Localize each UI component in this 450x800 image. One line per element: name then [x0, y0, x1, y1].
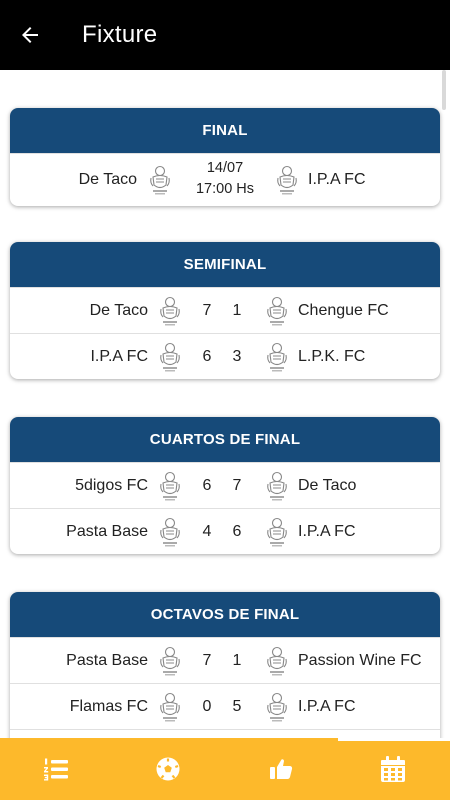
match-row[interactable]: 5digos FC 6 7 De Taco: [10, 462, 440, 508]
match-datetime: 14/07 17:00 Hs: [180, 158, 270, 200]
match-row[interactable]: Flamas FC 0 5 I.P.A FC: [10, 683, 440, 729]
team-crest-icon: [266, 646, 288, 676]
semifinal-header: SEMIFINAL: [10, 242, 440, 287]
home-team: 5digos FC: [75, 476, 148, 494]
away-team-label: Passion Wine FC: [298, 651, 422, 669]
home-score: 6: [202, 347, 212, 365]
home-team: Pasta Base: [66, 522, 148, 540]
team-crest-icon: [159, 692, 181, 722]
away-score: 6: [232, 522, 242, 540]
away-team: I.P.A FC: [308, 154, 438, 206]
home-team: Pasta Base: [66, 651, 148, 669]
team-crest-icon: [276, 165, 298, 195]
home-team: De Taco: [89, 301, 148, 319]
match-time: 17:00 Hs: [195, 181, 255, 197]
team-crest-icon: [159, 342, 181, 372]
thumbs-up-icon: [270, 759, 293, 779]
final-card: FINAL De Taco 14/07 17:00 Hs I.P.A FC: [10, 108, 440, 206]
away-team-label: I.P.A FC: [298, 697, 356, 715]
match-date: 14/07: [206, 160, 244, 176]
home-team: I.P.A FC: [90, 347, 148, 365]
home-score: 4: [202, 522, 212, 540]
away-score: 3: [232, 347, 242, 365]
away-team: I.P.A FC: [298, 509, 428, 554]
away-team-label: De Taco: [298, 476, 357, 494]
match-row[interactable]: Pasta Base 7 1 Passion Wine FC: [10, 637, 440, 683]
team-crest-icon: [266, 692, 288, 722]
match-row[interactable]: De Taco 14/07 17:00 Hs I.P.A FC: [10, 153, 440, 206]
scrollbar[interactable]: [442, 70, 446, 110]
away-team-label: L.P.K. FC: [298, 347, 366, 365]
away-score: 5: [232, 697, 242, 715]
tab-matches[interactable]: [151, 752, 185, 786]
away-score: 1: [232, 301, 242, 319]
home-team: De Taco: [78, 171, 137, 188]
team-crest-icon: [266, 471, 288, 501]
home-score: 7: [202, 301, 212, 319]
arrow-left-icon: [22, 27, 38, 43]
octavos-header: OCTAVOS DE FINAL: [10, 592, 440, 637]
fixture-list[interactable]: FINAL De Taco 14/07 17:00 Hs I.P.A FC SE…: [0, 70, 450, 738]
calendar-icon: [381, 756, 405, 782]
match-row[interactable]: [10, 729, 440, 738]
away-team: I.P.A FC: [298, 684, 428, 729]
match-row[interactable]: I.P.A FC 6 3 L.P.K. FC: [10, 333, 440, 379]
home-score: 6: [202, 476, 212, 494]
team-crest-icon: [159, 517, 181, 547]
tab-favorites[interactable]: [264, 752, 298, 786]
home-team: Flamas FC: [69, 697, 148, 715]
soccer-ball-icon: [156, 757, 180, 781]
app-bar: Fixture: [0, 0, 450, 70]
team-crest-icon: [149, 165, 171, 195]
team-crest-icon: [266, 296, 288, 326]
away-team-label: Chengue FC: [298, 301, 389, 319]
bottom-nav: [0, 738, 450, 800]
back-button[interactable]: [0, 0, 60, 70]
team-crest-icon: [159, 296, 181, 326]
match-row[interactable]: De Taco 7 1 Chengue FC: [10, 287, 440, 333]
team-crest-icon: [159, 646, 181, 676]
active-tab-indicator: [338, 738, 450, 741]
away-score: 1: [232, 651, 242, 669]
tab-standings[interactable]: [39, 752, 73, 786]
team-crest-icon: [266, 517, 288, 547]
away-team: Passion Wine FC: [298, 638, 428, 683]
away-team: Chengue FC: [298, 288, 428, 333]
home-score: 7: [202, 651, 212, 669]
semifinal-card: SEMIFINAL De Taco 7 1 Chengue FC I.P.A F…: [10, 242, 440, 379]
standings-list-icon: [44, 758, 68, 781]
cuartos-header: CUARTOS DE FINAL: [10, 417, 440, 462]
home-score: 0: [202, 697, 212, 715]
away-score: 7: [232, 476, 242, 494]
team-crest-icon: [266, 342, 288, 372]
cuartos-card: CUARTOS DE FINAL 5digos FC 6 7 De Taco P…: [10, 417, 440, 554]
team-crest-icon: [159, 471, 181, 501]
tab-fixture[interactable]: [376, 752, 410, 786]
match-row[interactable]: Pasta Base 4 6 I.P.A FC: [10, 508, 440, 554]
final-header: FINAL: [10, 108, 440, 153]
octavos-card: OCTAVOS DE FINAL Pasta Base 7 1 Passion …: [10, 592, 440, 738]
page-title: Fixture: [82, 21, 158, 48]
away-team: De Taco: [298, 463, 428, 508]
away-team: L.P.K. FC: [298, 334, 428, 379]
away-team-label: I.P.A FC: [298, 522, 356, 540]
away-team-label: I.P.A FC: [308, 171, 366, 188]
